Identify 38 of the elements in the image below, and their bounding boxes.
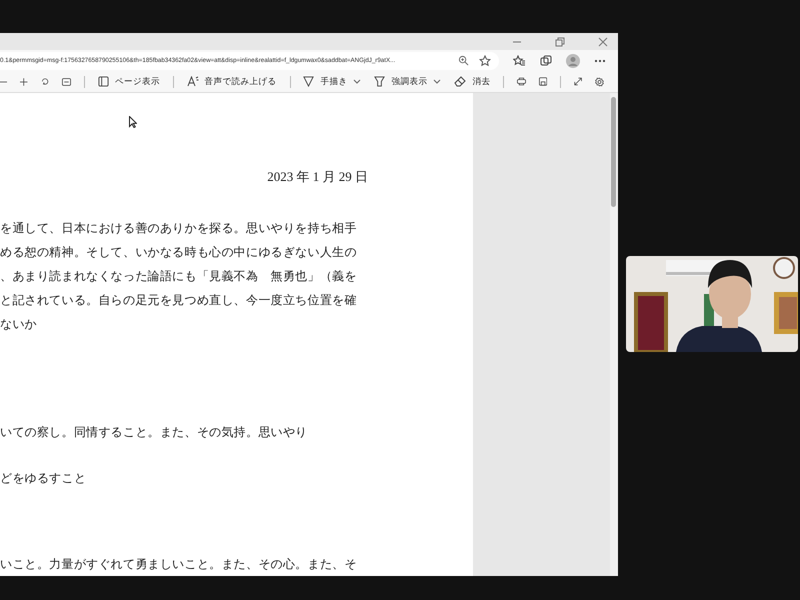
draw-button[interactable]: 手描き	[303, 76, 362, 88]
print-icon[interactable]	[517, 76, 526, 87]
expand-icon[interactable]	[574, 76, 582, 87]
eraser-icon	[454, 76, 466, 87]
more-icon[interactable]	[594, 58, 606, 62]
scrollbar-thumb[interactable]	[611, 97, 616, 207]
document-text-line: と記されている。自らの足元を見つめ直し、今一度立ち位置を確	[0, 292, 358, 309]
document-text-line: 、あまり読まれなくなった論語にも「見義不為 無勇也」（義を	[0, 268, 358, 285]
draw-icon	[303, 76, 314, 87]
read-aloud-icon	[186, 76, 198, 87]
favorite-star-icon[interactable]	[479, 54, 491, 66]
document-text-line: いての察し。同情すること。また、その気持。思いやり	[0, 424, 308, 441]
close-icon[interactable]	[598, 36, 608, 46]
document-text-line: ないか	[0, 316, 38, 333]
document-text-line: を通して、日本における善のありかを探る。思いやりを持ち相手	[0, 220, 358, 237]
document-text-line: める恕の精神。そして、いかなる時も心の中にゆるぎない人生の	[0, 244, 358, 261]
read-aloud-button[interactable]: 音声で読み上げる	[186, 76, 276, 88]
settings-icon[interactable]	[595, 76, 604, 88]
rotate-icon[interactable]	[40, 76, 50, 87]
caret-icon	[353, 79, 362, 84]
erase-button[interactable]: 消去	[454, 76, 490, 88]
mouse-cursor-icon	[129, 116, 137, 128]
caret-icon	[433, 79, 442, 84]
favorites-icon[interactable]	[513, 54, 526, 66]
page-layout-icon	[98, 76, 109, 87]
restore-icon[interactable]	[555, 36, 565, 46]
document-text-line: いこと。力量がすぐれて勇ましいこと。また、その心。また、そ	[0, 556, 358, 573]
zoom-icon[interactable]	[458, 55, 469, 66]
avatar-icon[interactable]	[566, 54, 580, 68]
fit-page-icon[interactable]	[62, 76, 71, 86]
save-icon[interactable]	[538, 76, 548, 87]
zoom-in-icon[interactable]	[20, 76, 28, 86]
document-date: 2023 年 1 月 29 日	[266, 168, 369, 186]
collections-icon[interactable]	[540, 54, 552, 66]
page-view-button[interactable]: ページ表示	[98, 76, 160, 88]
document-text-line: どをゆるすこと	[0, 470, 88, 487]
highlight-button[interactable]: 強調表示	[374, 76, 442, 88]
highlighter-icon	[374, 76, 386, 87]
